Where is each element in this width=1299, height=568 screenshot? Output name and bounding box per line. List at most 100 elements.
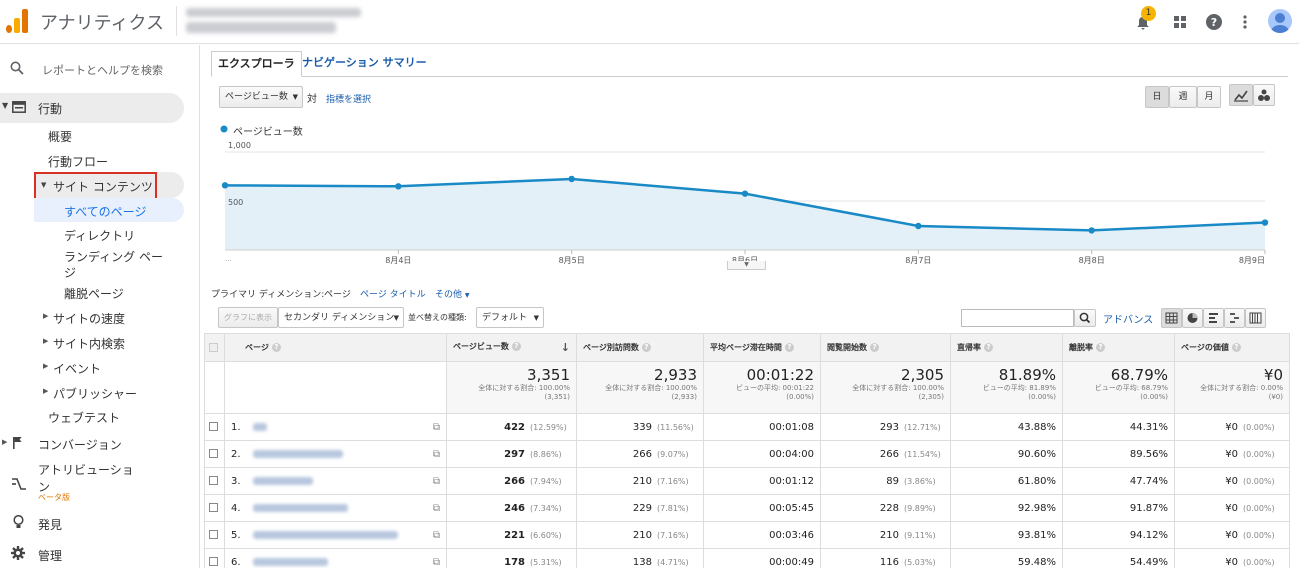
metric-select[interactable]: ページビュー数 ▼ [219, 86, 303, 108]
page-cell[interactable]: 2. ⧉ [224, 440, 447, 468]
col-header-avg-time[interactable]: 平均ページ滞在時間? [703, 333, 821, 362]
sidebar-item-events[interactable]: イベント [53, 360, 101, 377]
plot-rows-button[interactable]: グラフに表示 [218, 307, 278, 328]
data-point-6[interactable] [1088, 227, 1095, 234]
motion-chart-button[interactable] [1253, 84, 1275, 106]
chart-collapse-toggle[interactable]: ▼ [727, 261, 766, 270]
page-url-redacted[interactable] [253, 449, 343, 458]
line-chart-button[interactable] [1229, 84, 1253, 106]
totals-label-cell [224, 361, 447, 414]
sidebar-item-discover[interactable]: 発見 [38, 516, 62, 533]
table-row[interactable]: 4. ⧉ 246 (7.34%) 229 (7.81%) 00:05:45 228 (9.89%… [204, 494, 1290, 522]
col-header-unique-pageviews[interactable]: ページ別訪問数? [576, 333, 704, 362]
open-page-icon[interactable]: ⧉ [433, 557, 440, 568]
page-url-redacted[interactable] [253, 530, 398, 539]
avg-time-cell: 00:03:46 [703, 521, 821, 549]
row-checkbox[interactable] [209, 530, 218, 539]
data-point-3[interactable] [568, 175, 575, 183]
data-point-4[interactable] [741, 190, 749, 197]
more-menu-button[interactable] [1233, 10, 1257, 34]
sidebar-item-conversions[interactable]: コンバージョン [38, 436, 122, 453]
view-table-button[interactable] [1161, 308, 1182, 328]
dimension-other-link[interactable]: その他 ▼ [435, 287, 470, 300]
dimension-page-title-link[interactable]: ページ タイトル [360, 287, 426, 300]
col-header-page-value[interactable]: ページの価値? [1174, 333, 1290, 362]
select-metric-link[interactable]: 指標を選択 [326, 92, 371, 105]
open-page-icon[interactable]: ⧉ [433, 530, 440, 541]
account-name-redacted[interactable] [186, 8, 361, 17]
advanced-filter-link[interactable]: アドバンス [1103, 311, 1153, 326]
month-button[interactable]: 月 [1197, 86, 1221, 108]
col-header-entrances[interactable]: 閲覧開始数? [820, 333, 951, 362]
col-header-pageviews[interactable]: ページビュー数? ↓ [446, 333, 577, 362]
help-button[interactable]: ? [1202, 10, 1226, 34]
tab-navigation-summary[interactable]: ナビゲーション サマリー [296, 51, 433, 77]
row-checkbox[interactable] [209, 557, 218, 566]
table-search-button[interactable] [1074, 309, 1096, 327]
sidebar-item-attribution[interactable]: アトリビューショ [38, 461, 134, 478]
open-page-icon[interactable]: ⧉ [433, 449, 440, 460]
sidebar-item-overview[interactable]: 概要 [48, 128, 72, 145]
sidebar-item-web-test[interactable]: ウェブテスト [48, 409, 120, 426]
col-header-page[interactable]: ページ? [224, 333, 447, 362]
table-row[interactable]: 6. ⧉ 178 (5.31%) 138 (4.71%) 00:00:49 116 (5.03%… [204, 548, 1290, 568]
page-cell[interactable]: 3. ⧉ [224, 467, 447, 495]
view-pie-button[interactable] [1182, 308, 1203, 328]
sidebar-item-site-search[interactable]: サイト内検索 [53, 335, 125, 352]
property-name-redacted[interactable] [186, 22, 336, 33]
view-comparison-button[interactable] [1224, 308, 1245, 328]
y-tick-label: 500 [228, 198, 243, 207]
apps-button[interactable] [1168, 10, 1192, 34]
sidebar-item-exit-pages[interactable]: 離脱ページ [64, 285, 124, 302]
notifications-button[interactable]: 1 [1131, 6, 1156, 34]
sidebar-item-directory[interactable]: ディレクトリ [64, 227, 135, 244]
page-url-redacted[interactable] [253, 476, 313, 485]
page-cell[interactable]: 6. ⧉ [224, 548, 447, 568]
select-all-checkbox[interactable] [209, 343, 218, 352]
row-checkbox[interactable] [209, 449, 218, 458]
table-search-input[interactable] [961, 309, 1074, 327]
analytics-logo[interactable] [6, 9, 28, 33]
x-tick-label: 8月5日 [559, 256, 585, 265]
row-number: 3. [231, 475, 241, 487]
sidebar-item-behavior[interactable]: 行動 [38, 100, 62, 117]
page-cell[interactable]: 4. ⧉ [224, 494, 447, 522]
sidebar-item-admin[interactable]: 管理 [38, 547, 62, 564]
secondary-dimension-select[interactable]: セカンダリ ディメンション ▼ [278, 307, 404, 328]
page-url-redacted[interactable] [253, 503, 348, 512]
day-button[interactable]: 日 [1145, 86, 1169, 108]
page-cell[interactable]: 5. ⧉ [224, 521, 447, 549]
avatar[interactable] [1268, 9, 1292, 33]
page-url-redacted[interactable] [253, 557, 328, 566]
row-checkbox[interactable] [209, 503, 218, 512]
open-page-icon[interactable]: ⧉ [433, 422, 440, 433]
table-row[interactable]: 3. ⧉ 266 (7.94%) 210 (7.16%) 00:01:12 89 (3.86%)… [204, 467, 1290, 495]
view-pivot-button[interactable] [1245, 308, 1266, 328]
row-checkbox[interactable] [209, 476, 218, 485]
col-header-bounce-rate[interactable]: 直帰率? [950, 333, 1063, 362]
col-header-exit-rate[interactable]: 離脱率? [1062, 333, 1175, 362]
data-point-7[interactable] [1261, 219, 1269, 226]
sort-type-select[interactable]: デフォルト ▼ [476, 307, 544, 328]
table-row[interactable]: 1. ⧉ 422 (12.59%) 339 (11.56%) 00:01:08 293 (12.… [204, 413, 1290, 441]
sidebar-item-landing-pages[interactable]: ランディング ペー [64, 248, 163, 265]
page-cell[interactable]: 1. ⧉ [224, 413, 447, 441]
open-page-icon[interactable]: ⧉ [433, 476, 440, 487]
sidebar-item-behavior-flow[interactable]: 行動フロー [48, 153, 108, 170]
view-performance-button[interactable] [1203, 308, 1224, 328]
exit-rate-value: 94.12% [1129, 529, 1168, 541]
data-point-2[interactable] [395, 183, 402, 190]
table-row[interactable]: 2. ⧉ 297 (8.86%) 266 (9.07%) 00:04:00 266 (11.54… [204, 440, 1290, 468]
sidebar-item-site-speed[interactable]: サイトの速度 [53, 310, 125, 327]
row-checkbox[interactable] [209, 422, 218, 431]
sidebar-item-all-pages[interactable]: すべてのページ [64, 203, 146, 220]
open-page-icon[interactable]: ⧉ [433, 503, 440, 514]
tab-explorer[interactable]: エクスプローラ [211, 51, 302, 77]
sidebar-search[interactable]: レポートとヘルプを検索 [42, 62, 163, 78]
sidebar-item-publisher[interactable]: パブリッシャー [53, 385, 137, 402]
page-url-redacted[interactable] [253, 422, 267, 431]
data-point-5[interactable] [915, 222, 922, 230]
data-point-1[interactable] [221, 182, 229, 189]
table-row[interactable]: 5. ⧉ 221 (6.60%) 210 (7.16%) 00:03:46 210 (9.11%… [204, 521, 1290, 549]
week-button[interactable]: 週 [1169, 86, 1197, 108]
